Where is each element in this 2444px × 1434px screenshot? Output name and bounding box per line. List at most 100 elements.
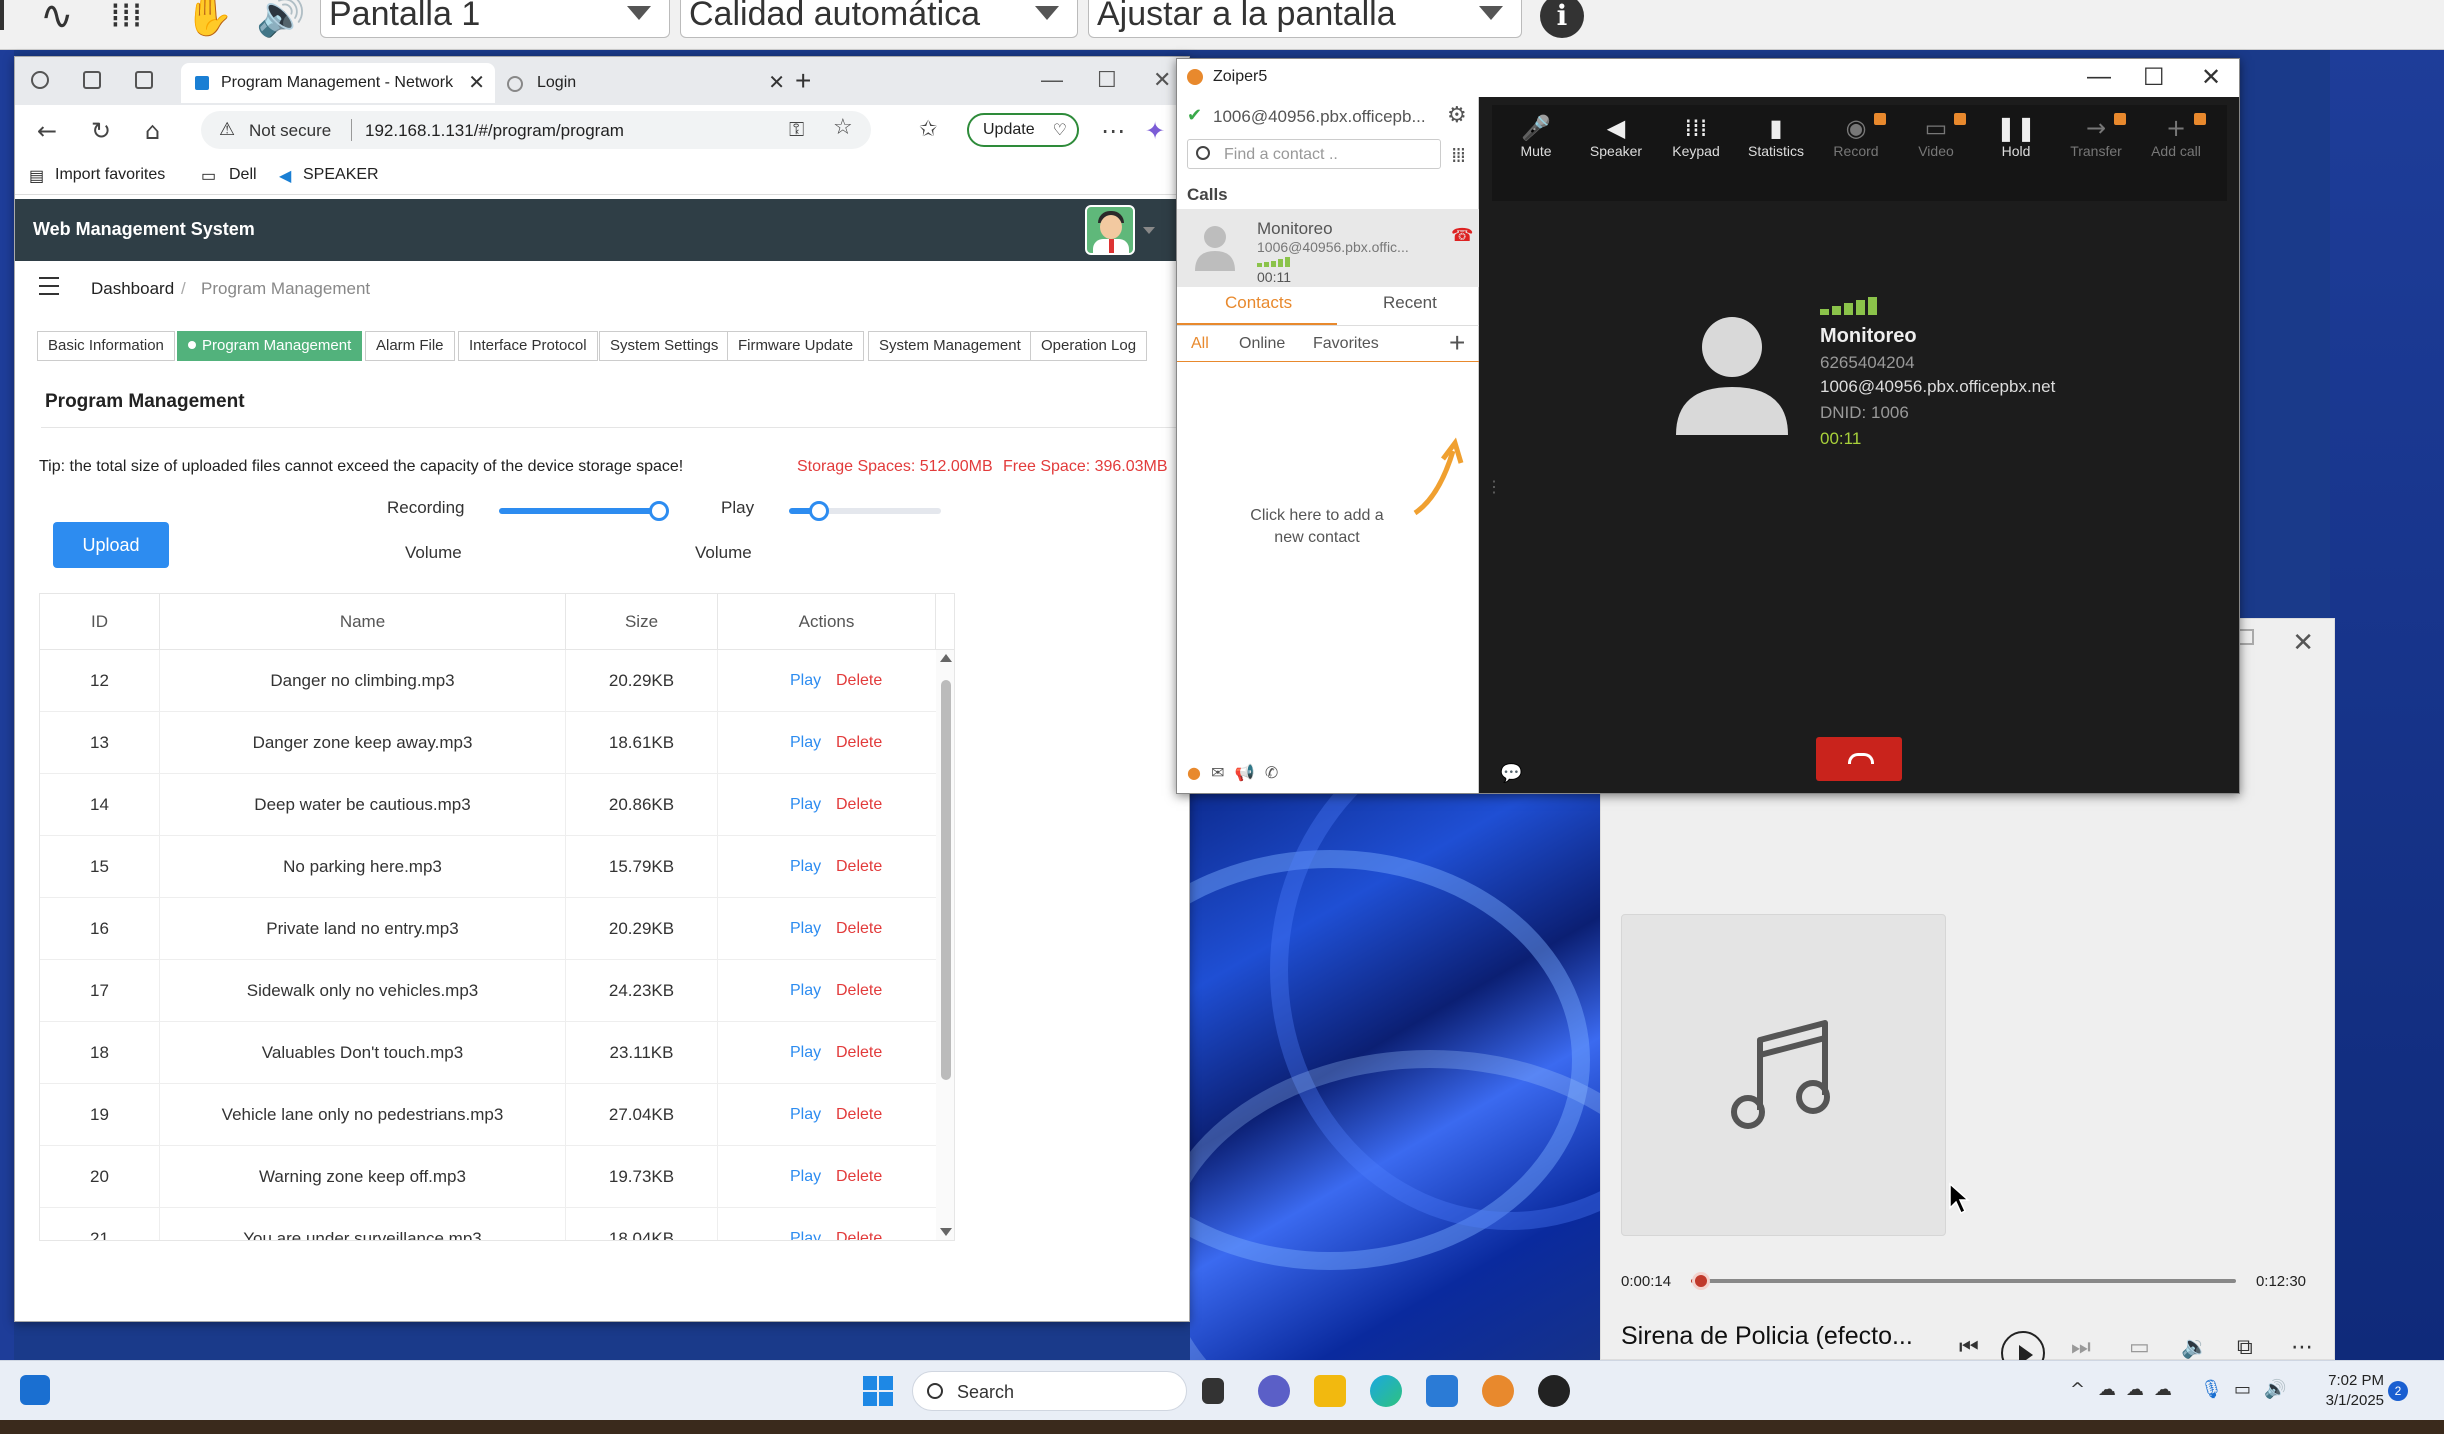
mini-player-icon[interactable]: ⧉ [2237, 1335, 2253, 1360]
play-button[interactable]: Play [790, 898, 821, 960]
delete-button[interactable]: Delete [836, 1208, 882, 1240]
favorite-speaker[interactable]: SPEAKER [303, 166, 379, 184]
slider-thumb[interactable] [809, 501, 830, 521]
slider-thumb[interactable] [649, 501, 669, 521]
play-button[interactable]: Play [790, 1022, 821, 1084]
delete-button[interactable]: Delete [836, 774, 882, 836]
delete-button[interactable]: Delete [836, 650, 882, 712]
grid-dots-icon[interactable]: ⁞⁞⁞ [110, 0, 142, 36]
hangup-button[interactable] [1816, 737, 1902, 781]
speaker-icon[interactable]: 🔊 [2264, 1379, 2286, 1400]
more-icon[interactable]: ⋯ [1101, 117, 1125, 145]
menu-icon[interactable] [39, 277, 59, 295]
security-status[interactable]: Not secure [249, 121, 331, 141]
tab-program-management[interactable]: Program Management [177, 331, 363, 361]
network-icon[interactable]: ▭ [2234, 1379, 2251, 1400]
scroll-thumb[interactable] [941, 680, 951, 1080]
upload-button[interactable]: Upload [53, 522, 169, 568]
minimize-icon[interactable]: — [2087, 63, 2111, 91]
media-player-icon[interactable] [1538, 1375, 1570, 1407]
warning-icon[interactable]: ⚠ [219, 119, 235, 140]
refresh-icon[interactable]: ↻ [91, 117, 111, 145]
tab-recent[interactable]: Recent [1383, 293, 1437, 313]
scroll-down-icon[interactable] [940, 1228, 952, 1236]
phone-icon[interactable]: ✆ [1265, 763, 1278, 782]
maximize-icon[interactable]: ☐ [1097, 67, 1117, 93]
megaphone-icon[interactable]: 📢 [1235, 763, 1255, 782]
tab-basic-information[interactable]: Basic Information [37, 331, 175, 361]
play-button[interactable]: Play [790, 712, 821, 774]
tab-alarm-file[interactable]: Alarm File [365, 331, 455, 361]
active-call-item[interactable]: Monitoreo 1006@40956.pbx.offic... 00:11 … [1177, 209, 1479, 287]
favorite-dell[interactable]: Dell [229, 166, 257, 184]
filter-online[interactable]: Online [1239, 335, 1285, 353]
tab-operation-log[interactable]: Operation Log [1030, 331, 1148, 361]
start-icon[interactable] [862, 1375, 894, 1407]
previous-icon[interactable]: ⏮ [1959, 1335, 1979, 1360]
close-icon[interactable]: ✕ [2201, 63, 2221, 92]
seek-bar[interactable] [1691, 1272, 2236, 1290]
dialpad-icon[interactable]: ⁞⁞⁞ [1451, 143, 1466, 167]
tab-system-settings[interactable]: System Settings [599, 331, 730, 361]
play-volume-slider[interactable] [789, 501, 941, 521]
taskbar-search[interactable]: Search [912, 1371, 1187, 1411]
play-button[interactable]: Play [790, 836, 821, 898]
breadcrumb-home[interactable]: Dashboard [91, 279, 174, 299]
file-explorer-icon[interactable] [1314, 1375, 1346, 1407]
gear-icon[interactable]: ⚙ [1447, 103, 1467, 128]
zoiper-icon[interactable] [1482, 1375, 1514, 1407]
quality-select[interactable]: Calidad automática [680, 0, 1078, 38]
subtitles-icon[interactable]: ▭ [2129, 1335, 2150, 1360]
scroll-up-icon[interactable] [940, 654, 952, 662]
add-contact-hint[interactable]: Click here to add a new contact [1237, 505, 1397, 549]
info-icon[interactable]: i [1540, 0, 1584, 38]
toolbar-record-button[interactable]: ◉ Record [1816, 113, 1896, 159]
url-text[interactable]: 192.168.1.131/#/program/program [365, 121, 624, 141]
copilot-icon[interactable]: ✦ [1145, 117, 1165, 145]
task-view-icon[interactable] [1202, 1378, 1224, 1404]
vertical-tabs-icon[interactable] [135, 71, 153, 89]
workspaces-icon[interactable] [83, 71, 101, 89]
next-icon[interactable]: ⏭ [2071, 1335, 2091, 1360]
play-button[interactable]: Play [790, 960, 821, 1022]
chevron-down-icon[interactable] [1143, 227, 1155, 234]
filter-favorites[interactable]: Favorites [1313, 335, 1379, 353]
fit-select[interactable]: Ajustar a la pantalla [1088, 0, 1522, 38]
toolbar-add-call-button[interactable]: + Add call [2136, 113, 2216, 159]
panel-edge-icon[interactable] [0, 0, 4, 30]
table-scrollbar[interactable] [936, 650, 954, 1240]
play-button[interactable]: Play [790, 1146, 821, 1208]
new-tab-icon[interactable]: + [795, 65, 811, 97]
play-button[interactable]: Play [790, 650, 821, 712]
microphone-icon[interactable]: 🎙 [2200, 1379, 2223, 1400]
delete-button[interactable]: Delete [836, 1146, 882, 1208]
import-favorites-icon[interactable]: ▤ [29, 166, 44, 186]
chevron-up-icon[interactable]: ^ [2070, 1379, 2085, 1400]
widgets-icon[interactable] [20, 1375, 50, 1405]
store-icon[interactable] [1426, 1375, 1458, 1407]
back-icon[interactable]: ← [37, 117, 57, 145]
favorite-star-icon[interactable]: ☆ [833, 115, 853, 140]
address-bar[interactable]: ⚠ Not secure 192.168.1.131/#/program/pro… [201, 111, 871, 149]
toolbar-transfer-button[interactable]: → Transfer [2056, 113, 2136, 159]
toolbar-mute-button[interactable]: 🎤 Mute [1496, 113, 1576, 159]
key-icon[interactable]: ⚿ [789, 117, 804, 141]
maximize-icon[interactable]: ☐ [2143, 63, 2165, 92]
favorite-import[interactable]: Import favorites [55, 166, 165, 184]
screen-select[interactable]: Pantalla 1 [320, 0, 670, 38]
clock[interactable]: 7:02 PM 3/1/2025 [2314, 1371, 2384, 1411]
status-icons[interactable]: ● ✉ 📢 ✆ [1187, 763, 1278, 782]
tab-contacts[interactable]: Contacts [1225, 293, 1292, 313]
hangup-icon[interactable]: ☎ [1451, 225, 1473, 246]
avatar[interactable] [1085, 205, 1135, 255]
delete-button[interactable]: Delete [836, 836, 882, 898]
toolbar-video-button[interactable]: ▭ Video [1896, 113, 1976, 159]
teams-icon[interactable] [1258, 1375, 1290, 1407]
account-label[interactable]: 1006@40956.pbx.officepb... [1213, 107, 1426, 127]
update-button[interactable]: Update ♡ [967, 113, 1079, 147]
tab-system-management[interactable]: System Management [868, 331, 1032, 361]
hand-icon[interactable]: ✋ [184, 0, 234, 36]
toolbar-keypad-button[interactable]: ⁞⁞⁞ Keypad [1656, 113, 1736, 159]
tab-firmware-update[interactable]: Firmware Update [727, 331, 865, 361]
maximize-icon[interactable] [2238, 629, 2254, 645]
